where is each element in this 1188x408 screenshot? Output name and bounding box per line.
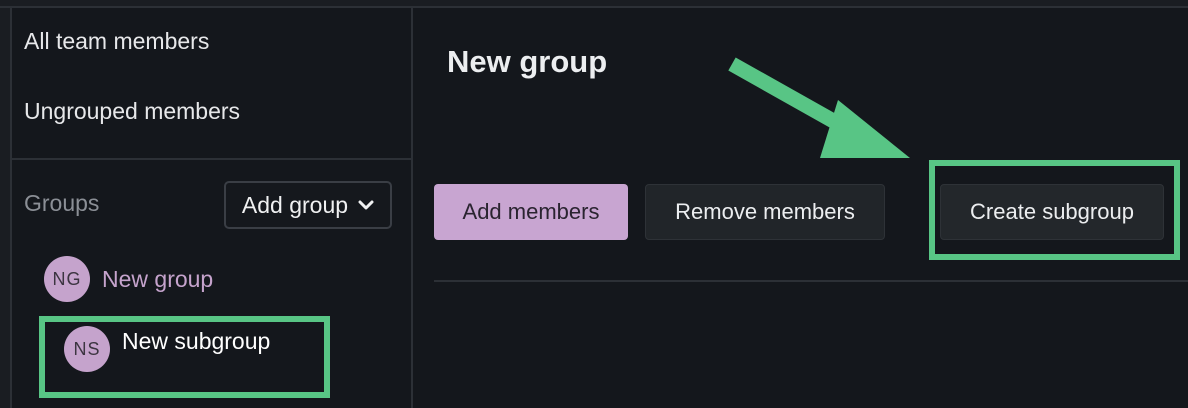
sidebar-divider <box>12 158 413 160</box>
main-panel: New group Add members Remove members Cre… <box>413 8 1188 408</box>
add-members-button[interactable]: Add members <box>434 184 628 240</box>
group-item-new-group[interactable]: NG New group <box>44 256 213 302</box>
left-edge-panel <box>0 8 12 408</box>
avatar: NS <box>64 326 110 372</box>
app-window: All team members Ungrouped members Group… <box>0 0 1188 408</box>
avatar: NG <box>44 256 90 302</box>
sidebar: All team members Ungrouped members Group… <box>12 8 413 408</box>
add-group-button[interactable]: Add group <box>224 181 392 229</box>
group-name: New subgroup <box>122 327 271 354</box>
remove-members-button[interactable]: Remove members <box>645 184 885 240</box>
group-item-new-subgroup[interactable]: NS New subgroup <box>64 326 270 372</box>
add-group-label: Add group <box>241 191 349 218</box>
chevron-down-icon <box>358 200 374 210</box>
top-border <box>0 0 1188 8</box>
create-subgroup-button[interactable]: Create subgroup <box>940 184 1164 240</box>
group-name: New group <box>102 265 214 292</box>
content-divider <box>434 280 1188 282</box>
nav-ungrouped-members[interactable]: Ungrouped members <box>24 98 240 125</box>
groups-heading: Groups <box>24 190 100 216</box>
nav-all-team-members[interactable]: All team members <box>24 28 209 55</box>
page-title: New group <box>447 44 608 79</box>
